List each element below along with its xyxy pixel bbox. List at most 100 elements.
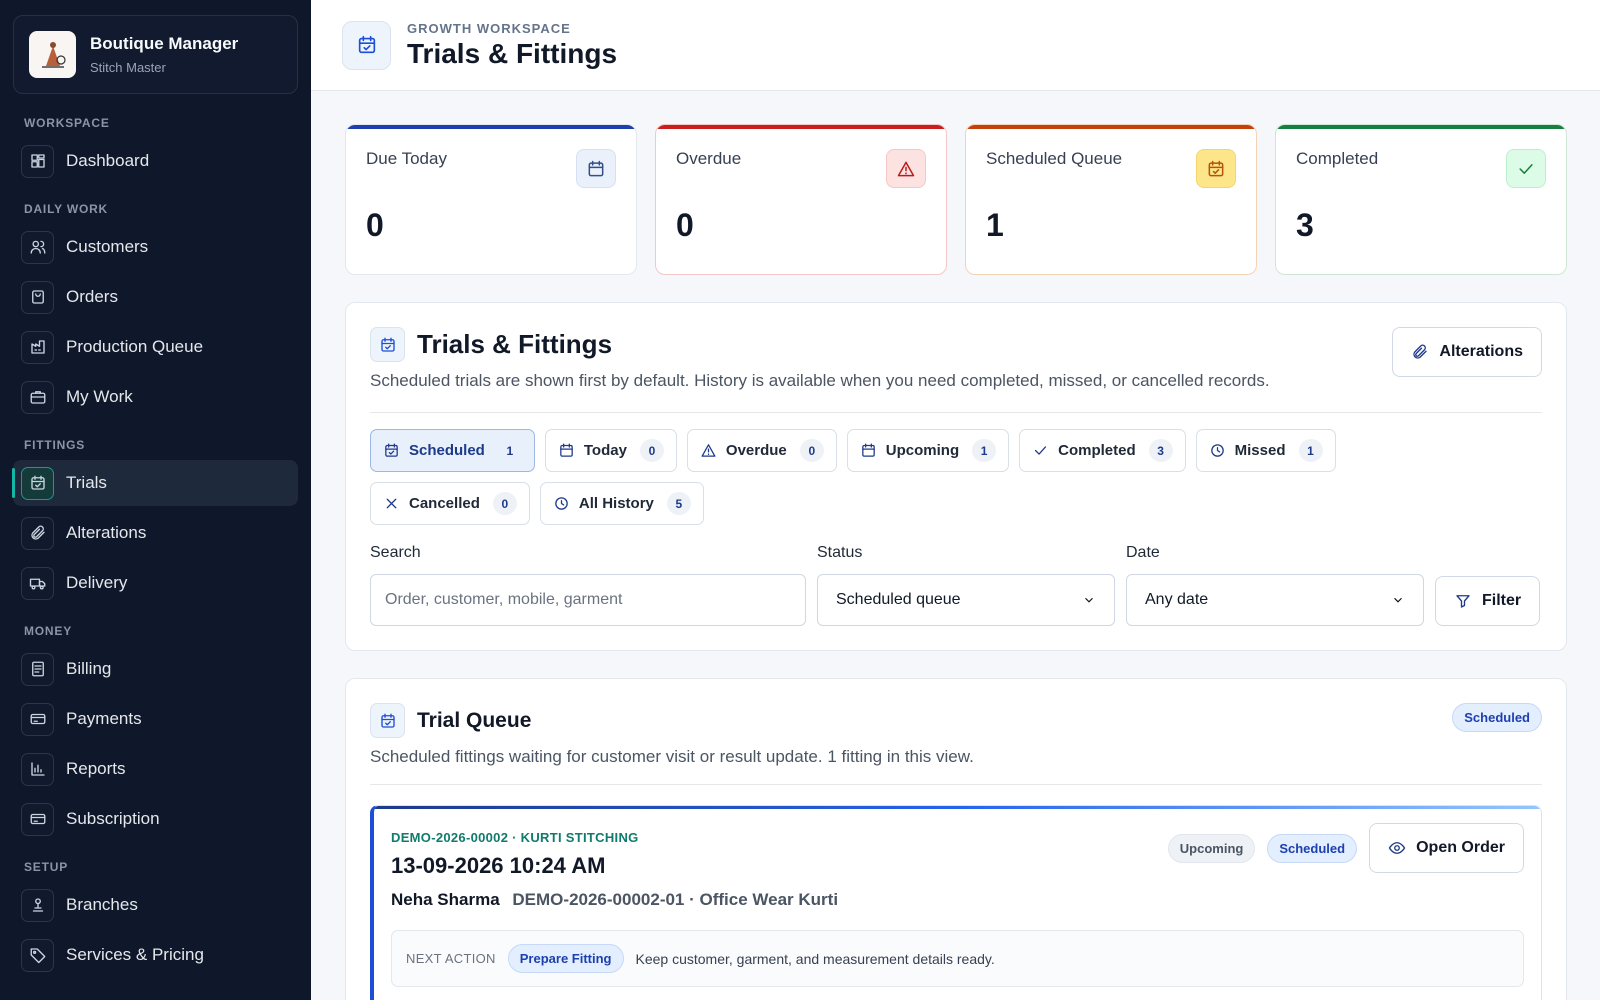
date-select[interactable]: Any date — [1126, 574, 1424, 626]
nav-section-fittings: FITTINGS — [24, 438, 86, 452]
tab-today[interactable]: Today 0 — [544, 429, 677, 472]
stat-card-overdue[interactable]: Overdue 0 — [655, 124, 947, 275]
sidebar-item-label: Reports — [66, 759, 126, 778]
tab-count: 0 — [639, 439, 664, 462]
grid-icon — [21, 144, 54, 178]
tab-overdue[interactable]: Overdue 0 — [686, 429, 837, 472]
stat-card-completed[interactable]: Completed 3 — [1275, 124, 1567, 275]
sidebar-item-production-queue[interactable]: Production Queue — [13, 324, 298, 370]
filter-button-label: Filter — [1482, 592, 1522, 609]
tab-all-history[interactable]: All History 5 — [539, 482, 704, 525]
truck-icon — [21, 566, 54, 600]
status-badge: Scheduled — [1267, 833, 1358, 863]
tab-missed[interactable]: Missed 1 — [1195, 429, 1336, 472]
sidebar-item-trials[interactable]: Trials — [12, 460, 298, 506]
tab-cancelled[interactable]: Cancelled 0 — [370, 482, 530, 525]
tab-completed[interactable]: Completed 3 — [1019, 429, 1186, 472]
sidebar-item-label: Trials — [66, 473, 107, 492]
trial-queue-panel: Trial Queue Scheduled Scheduled fittings… — [345, 678, 1567, 1000]
alterations-button[interactable]: Alterations — [1392, 327, 1542, 377]
alterations-button-label: Alterations — [1439, 343, 1523, 360]
tab-label: All History — [578, 495, 654, 512]
chevron-down-icon — [1394, 597, 1402, 603]
stat-value: 1 — [986, 207, 1004, 243]
card-icon — [21, 702, 54, 736]
brand-card[interactable]: Boutique Manager Stitch Master — [13, 15, 298, 94]
page-title: Trials & Fittings — [407, 37, 618, 69]
tab-scheduled[interactable]: Scheduled 1 — [370, 429, 535, 472]
receipt-icon — [21, 652, 54, 686]
next-action-label: NEXT ACTION — [406, 951, 496, 966]
tab-count: 0 — [799, 439, 824, 462]
main-content: Due Today 0 Overdue 0 Scheduled Queue 1 … — [345, 124, 1567, 1000]
tab-label: Today — [583, 442, 627, 459]
date-label: Date — [1126, 544, 1160, 561]
clock-icon — [555, 497, 568, 510]
status-badge: Scheduled — [1452, 703, 1542, 732]
divider — [370, 784, 1542, 785]
sidebar-item-customers[interactable]: Customers — [13, 224, 298, 270]
tab-label: Missed — [1234, 442, 1286, 459]
check-icon — [1035, 446, 1047, 455]
brand-logo — [29, 31, 76, 78]
calendar-check-icon — [370, 327, 405, 362]
panel-description: Scheduled fittings waiting for customer … — [370, 747, 974, 766]
calendar-check-icon — [1196, 149, 1236, 188]
tab-count: 0 — [492, 492, 517, 515]
users-icon — [21, 230, 54, 264]
filter-icon — [1456, 595, 1470, 608]
next-action-badge[interactable]: Prepare Fitting — [507, 944, 624, 973]
filter-row: Search Order, customer, mobile, garment … — [370, 544, 1542, 626]
sidebar-item-delivery[interactable]: Delivery — [13, 560, 298, 606]
stat-card-scheduled-queue[interactable]: Scheduled Queue 1 — [965, 124, 1257, 275]
calendar-check-icon — [342, 20, 391, 70]
sidebar-item-label: Dashboard — [66, 151, 150, 170]
tab-upcoming[interactable]: Upcoming 1 — [846, 429, 1010, 472]
sidebar-item-orders[interactable]: Orders — [13, 274, 298, 320]
tag-icon — [21, 938, 54, 972]
clock-icon — [1210, 444, 1224, 457]
tab-count: 1 — [506, 443, 514, 458]
sidebar-item-label: Services & Pricing — [66, 945, 204, 964]
next-action-box: NEXT ACTION Prepare Fitting Keep custome… — [391, 930, 1524, 987]
sidebar-item-label: Customers — [66, 237, 149, 256]
filter-button[interactable]: Filter — [1435, 576, 1541, 626]
sidebar-item-payments[interactable]: Payments — [13, 696, 298, 742]
search-input[interactable]: Order, customer, mobile, garment — [370, 574, 806, 626]
stat-card-due-today[interactable]: Due Today 0 — [345, 124, 637, 275]
sidebar-item-label: My Work — [66, 387, 133, 406]
sidebar-item-my-work[interactable]: My Work — [13, 374, 298, 420]
calendar-check-icon — [370, 703, 405, 738]
sidebar-item-billing[interactable]: Billing — [13, 646, 298, 692]
nav-section-workspace: WORKSPACE — [24, 116, 110, 130]
date-select-value: Any date — [1145, 591, 1209, 608]
search-label: Search — [370, 544, 421, 561]
factory-icon — [21, 330, 54, 364]
sidebar-item-label: Payments — [66, 709, 142, 728]
open-order-button[interactable]: Open Order — [1369, 823, 1524, 873]
sidebar-item-alterations[interactable]: Alterations — [13, 510, 298, 556]
sidebar-item-reports[interactable]: Reports — [13, 746, 298, 792]
sidebar-item-label: Orders — [66, 287, 118, 306]
paperclip-icon — [1413, 344, 1428, 359]
sidebar-item-label: Production Queue — [66, 337, 204, 356]
card-icon — [21, 802, 54, 836]
paperclip-icon — [21, 516, 54, 550]
branch-icon — [21, 888, 54, 922]
trial-meta: Neha Sharma DEMO-2026-00002-01 · Office … — [391, 890, 1524, 910]
sidebar-item-dashboard[interactable]: Dashboard — [13, 138, 298, 184]
nav-section-money: MONEY — [24, 624, 73, 638]
sidebar-item-subscription[interactable]: Subscription — [13, 796, 298, 842]
divider — [370, 412, 1542, 413]
page-header: GROWTH WORKSPACE Trials & Fittings — [311, 0, 1600, 91]
bag-icon — [21, 280, 54, 314]
open-order-label: Open Order — [1416, 839, 1505, 856]
check-icon — [1506, 149, 1546, 188]
sidebar-item-services-pricing[interactable]: Services & Pricing — [13, 932, 298, 978]
status-select[interactable]: Scheduled queue — [817, 574, 1115, 626]
status-label: Status — [817, 544, 863, 561]
x-icon — [386, 498, 397, 509]
next-action-text: Keep customer, garment, and measurement … — [635, 950, 995, 967]
customer-name: Neha Sharma — [391, 890, 500, 909]
sidebar-item-branches[interactable]: Branches — [13, 882, 298, 928]
